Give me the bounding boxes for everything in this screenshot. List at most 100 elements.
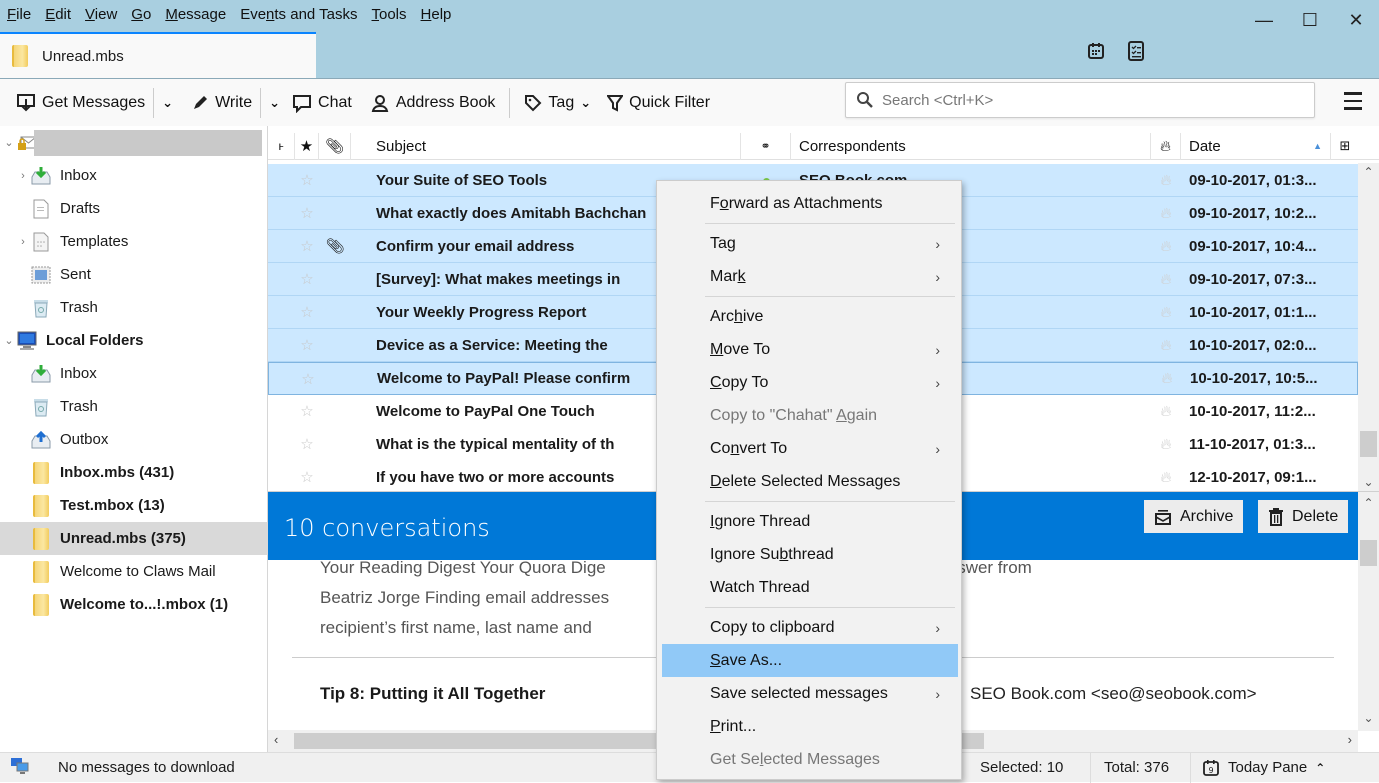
sidebar-item-drafts[interactable]: Drafts [0,192,268,225]
column-picker-button[interactable]: ⊞ [1331,133,1359,160]
menu-edit[interactable]: Edit [38,3,78,27]
sidebar-item-inbox[interactable]: › Inbox [0,159,268,192]
scroll-up-icon[interactable]: ⌃ [1358,165,1379,179]
sidebar-item-sent[interactable]: Sent [0,258,268,291]
summary-scrollbar[interactable]: ⌃ ⌄ [1358,492,1379,731]
junk-column-header[interactable]: 🔥︎ [1151,132,1181,160]
sidebar-item-test-mbox-13[interactable]: Test.mbox (13) [0,489,268,522]
thread-scrollbar[interactable]: ⌃ ⌄ [1358,163,1379,491]
menu-item-ignore-thread[interactable]: Ignore Thread [662,505,958,538]
menu-item-delete-selected-messages[interactable]: Delete Selected Messages [662,465,958,498]
scroll-down-icon[interactable]: ⌄ [1358,475,1379,489]
junk-icon[interactable]: 🔥︎ [1151,337,1181,354]
get-messages-button[interactable]: Get Messages [10,86,151,120]
maximize-button[interactable]: ☐ [1287,0,1333,40]
scroll-down-icon[interactable]: ⌄ [1358,711,1379,725]
app-menu-button[interactable] [1340,88,1366,114]
tag-button[interactable]: Tag ⌄ [518,86,597,120]
write-button[interactable]: Write [185,86,258,120]
write-dropdown[interactable]: ⌄ [263,86,286,120]
menu-item-get-selected-messages[interactable]: Get Selected Messages [662,743,958,776]
subject-column-header[interactable]: Subject [351,132,741,160]
correspondents-column-header[interactable]: Correspondents [791,132,1151,160]
menu-help[interactable]: Help [414,3,459,27]
junk-icon[interactable]: 🔥︎ [1151,403,1181,420]
menu-item-save-as[interactable]: Save As... [662,644,958,677]
get-messages-dropdown[interactable]: ⌄ [156,86,179,120]
star-icon[interactable]: ☆ [295,435,319,453]
conversation-subject[interactable]: Tip 8: Putting it All Together [320,684,545,704]
star-icon[interactable]: ☆ [295,204,319,222]
online-status-icon[interactable] [10,757,32,779]
menu-go[interactable]: Go [124,3,158,27]
calendar-icon[interactable] [1085,40,1107,62]
menu-tools[interactable]: Tools [365,3,414,27]
collapse-icon[interactable]: ⌄ [2,334,16,347]
expand-icon[interactable]: › [16,170,30,182]
star-icon[interactable]: ☆ [295,468,319,486]
quick-filter-button[interactable]: Quick Filter [601,86,716,120]
star-icon[interactable]: ☆ [295,171,319,189]
tab-unread-mbs[interactable]: Unread.mbs [0,32,316,78]
minimize-button[interactable]: — [1241,0,1287,40]
junk-icon[interactable]: 🔥︎ [1151,304,1181,321]
scrollbar-thumb[interactable] [1360,431,1377,457]
scroll-left-icon[interactable]: ‹ [274,732,278,747]
sidebar-item-inbox[interactable]: Inbox [0,357,268,390]
sidebar-item-unread-mbs-375[interactable]: Unread.mbs (375) [0,522,268,555]
tasks-icon[interactable] [1125,40,1147,62]
star-icon[interactable]: ☆ [295,303,319,321]
junk-icon[interactable]: 🔥︎ [1152,370,1182,387]
scrollbar-thumb[interactable] [1360,540,1377,566]
scroll-right-icon[interactable]: › [1348,732,1352,747]
star-icon[interactable]: ☆ [296,370,320,388]
menu-item-watch-thread[interactable]: Watch Thread [662,571,958,604]
menu-message[interactable]: Message [158,3,233,27]
menu-item-copy-to[interactable]: Copy To › [662,366,958,399]
thread-column-header[interactable]: ⱶ [268,132,295,160]
attachment-column-header[interactable]: 📎︎ [319,132,351,160]
menu-file[interactable]: File [0,3,38,27]
scroll-up-icon[interactable]: ⌃ [1358,496,1379,510]
expand-icon[interactable]: › [16,236,30,248]
delete-button[interactable]: Delete [1258,500,1349,533]
star-column-header[interactable]: ★ [295,132,319,160]
junk-icon[interactable]: 🔥︎ [1151,436,1181,453]
junk-icon[interactable]: 🔥︎ [1151,238,1181,255]
junk-icon[interactable]: 🔥︎ [1151,205,1181,222]
menu-item-forward-as-attachments[interactable]: Forward as Attachments [662,187,958,220]
sidebar-item-outbox[interactable]: Outbox [0,423,268,456]
star-icon[interactable]: ☆ [295,270,319,288]
star-icon[interactable]: ☆ [295,402,319,420]
menu-view[interactable]: View [78,3,124,27]
today-pane-toggle[interactable]: 9 Today Pane ⌃ [1202,759,1325,777]
sidebar-account[interactable]: ⌄ [0,126,268,159]
star-icon[interactable]: ☆ [295,237,319,255]
date-column-header[interactable]: Date ▲ [1181,132,1331,160]
junk-icon[interactable]: 🔥︎ [1151,469,1181,486]
menu-item-copy-to-chahat-again[interactable]: Copy to "Chahat" Again [662,399,958,432]
menu-item-convert-to[interactable]: Convert To › [662,432,958,465]
collapse-icon[interactable]: ⌄ [2,136,16,149]
sidebar-item-templates[interactable]: › Templates [0,225,268,258]
menu-item-ignore-subthread[interactable]: Ignore Subthread [662,538,958,571]
junk-icon[interactable]: 🔥︎ [1151,271,1181,288]
menu-events-and-tasks[interactable]: Events and Tasks [233,3,364,27]
menu-item-mark[interactable]: Mark › [662,260,958,293]
sidebar-item-welcome-to-mbox-1[interactable]: Welcome to...!.mbox (1) [0,588,268,621]
star-icon[interactable]: ☆ [295,336,319,354]
sidebar-item-trash[interactable]: Trash [0,291,268,324]
junk-icon[interactable]: 🔥︎ [1151,172,1181,189]
menu-item-move-to[interactable]: Move To › [662,333,958,366]
sidebar-item-local-folders[interactable]: ⌄ Local Folders [0,324,268,357]
chat-button[interactable]: Chat [286,86,358,120]
menu-item-archive[interactable]: Archive [662,300,958,333]
menu-item-copy-to-clipboard[interactable]: Copy to clipboard › [662,611,958,644]
menu-item-tag[interactable]: Tag › [662,227,958,260]
sidebar-item-inbox-mbs-431[interactable]: Inbox.mbs (431) [0,456,268,489]
close-button[interactable]: ✕ [1333,0,1379,40]
menu-item-print[interactable]: Print... [662,710,958,743]
archive-button[interactable]: Archive [1144,500,1244,533]
search-input[interactable]: Search <Ctrl+K> [845,82,1315,118]
sidebar-item-welcome-to-claws-mail[interactable]: Welcome to Claws Mail [0,555,268,588]
